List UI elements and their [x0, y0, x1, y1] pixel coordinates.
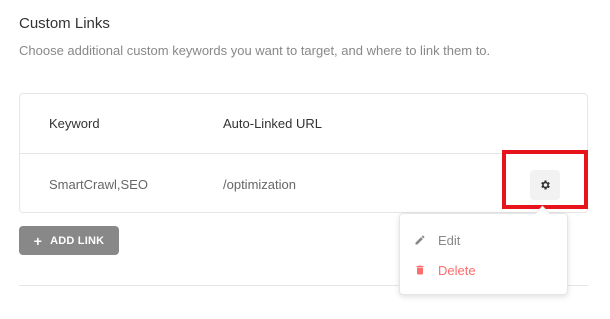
table-header: Keyword Auto-Linked URL [20, 94, 587, 154]
custom-links-table: Keyword Auto-Linked URL SmartCrawl,SEO /… [19, 93, 588, 213]
add-link-label: ADD LINK [50, 234, 105, 247]
column-header-keyword: Keyword [49, 116, 100, 131]
menu-item-edit-label: Edit [438, 232, 461, 248]
section-title: Custom Links [19, 15, 110, 32]
menu-item-edit[interactable]: Edit [414, 230, 460, 250]
gear-icon [541, 180, 550, 190]
row-options-button[interactable] [530, 170, 560, 200]
plus-icon: + [33, 232, 43, 249]
trash-icon [416, 265, 424, 275]
column-header-url: Auto-Linked URL [223, 116, 322, 131]
row-options-dropdown: Edit Delete [399, 213, 568, 295]
pencil-icon [415, 235, 425, 245]
custom-links-page: Custom Links Choose additional custom ke… [0, 0, 610, 319]
row-url: /optimization [223, 177, 296, 192]
menu-item-delete-label: Delete [438, 262, 476, 278]
row-keyword: SmartCrawl,SEO [49, 177, 148, 192]
table-row: SmartCrawl,SEO /optimization [20, 154, 587, 213]
section-description: Choose additional custom keywords you wa… [19, 43, 491, 58]
menu-item-delete[interactable]: Delete [414, 260, 476, 280]
add-link-button[interactable]: + ADD LINK [19, 226, 119, 255]
